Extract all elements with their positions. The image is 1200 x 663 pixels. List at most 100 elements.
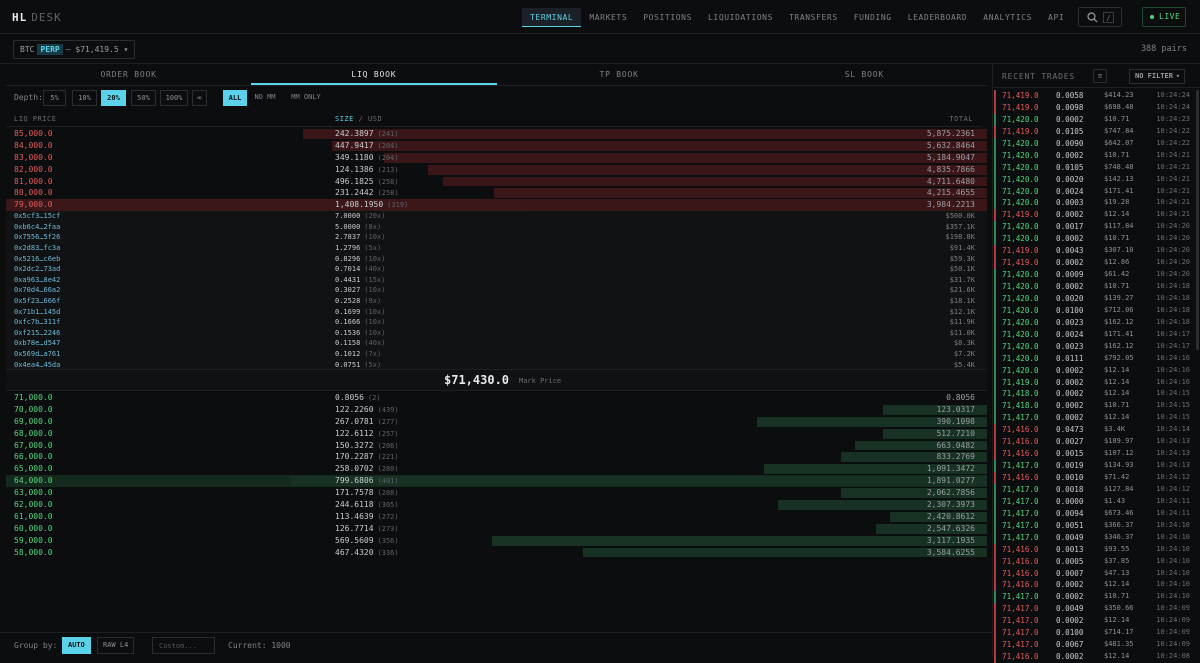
trade-row[interactable]: 71,416.0 0.0002 $12.14 10:24:08 xyxy=(994,651,1200,663)
trade-row[interactable]: 71,419.0 0.0105 $747.84 10:24:22 xyxy=(994,125,1200,138)
wallet-row[interactable]: 0x5216…c6eb 0.8296 (10x) $59.3K xyxy=(6,254,987,265)
wallet-address[interactable]: 0xa963…8e42 xyxy=(14,275,60,286)
bid-row[interactable]: 69,000.0 267.0781 (277) 390.1098 xyxy=(6,416,987,428)
trade-row[interactable]: 71,417.0 0.0067 $481.35 10:24:09 xyxy=(994,639,1200,652)
tab-liq-book[interactable]: LIQ BOOK xyxy=(251,64,497,85)
bid-row[interactable]: 60,000.0 126.7714 (273) 2,547.6326 xyxy=(6,523,987,535)
bid-row[interactable]: 67,000.0 150.3272 (206) 663.0482 xyxy=(6,440,987,452)
trade-row[interactable]: 71,419.0 0.0058 $414.23 10:24:24 xyxy=(994,90,1200,102)
trade-row[interactable]: 71,418.0 0.0002 $12.14 10:24:15 xyxy=(994,388,1200,401)
trade-row[interactable]: 71,419.0 0.0002 $12.86 10:24:20 xyxy=(994,257,1200,270)
trade-row[interactable]: 71,419.0 0.0043 $307.10 10:24:20 xyxy=(994,245,1200,258)
trade-row[interactable]: 71,417.0 0.0051 $366.37 10:24:10 xyxy=(994,519,1200,532)
wallet-address[interactable]: 0x2d83…fc3a xyxy=(14,243,60,254)
wallet-row[interactable]: 0xb6c4…2faa 5.0000 (8x) $357.1K xyxy=(6,222,987,233)
trade-row[interactable]: 71,417.0 0.0100 $714.17 10:24:09 xyxy=(994,627,1200,640)
wallet-address[interactable]: 0x2dc2…73ad xyxy=(14,264,60,275)
trade-row[interactable]: 71,416.0 0.0013 $93.55 10:24:10 xyxy=(994,543,1200,556)
wallet-row[interactable]: 0x2d83…fc3a 1.2796 (5x) $91.4K xyxy=(6,243,987,254)
trade-row[interactable]: 71,420.0 0.0002 $12.14 10:24:16 xyxy=(994,364,1200,377)
trade-row[interactable]: 71,419.0 0.0002 $12.14 10:24:16 xyxy=(994,376,1200,389)
wallet-row[interactable]: 0x71b1…145d 0.1699 (10x) $12.1K xyxy=(6,307,987,318)
wallet-row[interactable]: 0x569d…a761 0.1012 (7x) $7.2K xyxy=(6,349,987,360)
tab-order-book[interactable]: ORDER BOOK xyxy=(6,64,251,85)
wallet-row[interactable]: 0x5cf3…15cf 7.0000 (20x) $500.0K xyxy=(6,211,987,222)
trade-row[interactable]: 71,420.0 0.0023 $162.12 10:24:18 xyxy=(994,316,1200,329)
col-size[interactable]: SIZE / USD xyxy=(335,115,382,123)
ask-row[interactable]: 83,000.0 349.1180 (204) 5,184.9047 xyxy=(6,152,987,164)
bid-row[interactable]: 59,000.0 569.5609 (356) 3,117.1935 xyxy=(6,535,987,547)
bid-row[interactable]: 61,000.0 113.4639 (272) 2,420.8612 xyxy=(6,511,987,523)
trade-row[interactable]: 71,420.0 0.0002 $10.71 10:24:23 xyxy=(994,113,1200,126)
live-indicator[interactable]: LIVE xyxy=(1142,7,1186,27)
trade-row[interactable]: 71,420.0 0.0002 $10.71 10:24:18 xyxy=(994,281,1200,293)
wallet-row[interactable]: 0x2dc2…73ad 0.7014 (40x) $50.1K xyxy=(6,264,987,275)
nav-positions[interactable]: POSITIONS xyxy=(635,8,700,27)
ask-row[interactable]: 84,000.0 447.9417 (204) 5,632.8464 xyxy=(6,140,987,152)
nav-markets[interactable]: MARKETS xyxy=(581,8,635,27)
wallet-address[interactable]: 0x71b1…145d xyxy=(14,307,60,318)
trade-row[interactable]: 71,416.0 0.0015 $107.12 10:24:13 xyxy=(994,448,1200,461)
trade-row[interactable]: 71,420.0 0.0020 $139.27 10:24:18 xyxy=(994,292,1200,305)
nav-leaderboard[interactable]: LEADERBOARD xyxy=(900,8,976,27)
depth-option-4[interactable]: 100% xyxy=(160,90,188,106)
bid-row[interactable]: 62,000.0 244.6118 (305) 2,307.3973 xyxy=(6,499,987,511)
trade-row[interactable]: 71,420.0 0.0024 $171.41 10:24:17 xyxy=(994,328,1200,341)
nav-api[interactable]: API xyxy=(1040,8,1072,27)
menu-icon[interactable]: ≡ xyxy=(1093,69,1107,83)
wallet-address[interactable]: 0xfc7b…311f xyxy=(14,317,60,328)
trade-row[interactable]: 71,419.0 0.0098 $698.48 10:24:24 xyxy=(994,101,1200,114)
depth-option-1[interactable]: 10% xyxy=(72,90,97,106)
trade-row[interactable]: 71,419.0 0.0002 $12.14 10:24:21 xyxy=(994,209,1200,222)
mm-filter-no-mm[interactable]: NO MM xyxy=(250,90,280,106)
nav-analytics[interactable]: ANALYTICS xyxy=(975,8,1040,27)
depth-option-2[interactable]: 20% xyxy=(101,90,126,106)
logo[interactable]: HL DESK xyxy=(12,11,62,24)
tab-sl-book[interactable]: SL BOOK xyxy=(742,64,987,85)
tab-tp-book[interactable]: TP BOOK xyxy=(497,64,742,85)
bid-row[interactable]: 66,000.0 170.2287 (221) 833.2769 xyxy=(6,451,987,463)
wallet-address[interactable]: 0x5216…c6eb xyxy=(14,254,60,265)
trade-row[interactable]: 71,420.0 0.0017 $117.84 10:24:20 xyxy=(994,221,1200,234)
trade-row[interactable]: 71,416.0 0.0002 $12.14 10:24:10 xyxy=(994,579,1200,592)
ask-row[interactable]: 80,000.0 231.2442 (258) 4,215.4655 xyxy=(6,187,987,199)
pair-selector[interactable]: BTC PERP — $71,419.5 ▾ xyxy=(13,40,136,59)
trade-row[interactable]: 71,416.0 0.0010 $71.42 10:24:12 xyxy=(994,472,1200,484)
trades-scrollbar[interactable] xyxy=(1196,90,1199,350)
nav-funding[interactable]: FUNDING xyxy=(846,8,900,27)
ask-row[interactable]: 85,000.0 242.3897 (241) 5,875.2361 xyxy=(6,128,987,140)
wallet-address[interactable]: 0xb6c4…2faa xyxy=(14,222,60,233)
nav-transfers[interactable]: TRANSFERS xyxy=(781,8,846,27)
wallet-row[interactable]: 0x7556…5f26 2.7837 (10x) $198.8K xyxy=(6,232,987,243)
depth-option-5[interactable]: ∞ xyxy=(192,90,207,106)
wallet-row[interactable]: 0x70d4…66a2 0.3027 (10x) $21.6K xyxy=(6,285,987,296)
mm-filter-all[interactable]: ALL xyxy=(223,90,247,106)
trade-row[interactable]: 71,420.0 0.0090 $642.07 10:24:22 xyxy=(994,137,1200,150)
wallet-address[interactable]: 0x5cf3…15cf xyxy=(14,211,60,222)
nav-terminal[interactable]: TERMINAL xyxy=(522,8,582,27)
wallet-address[interactable]: 0xf215…2246 xyxy=(14,328,60,339)
wallet-address[interactable]: 0xb78e…d547 xyxy=(14,338,60,349)
trade-row[interactable]: 71,417.0 0.0000 $1.43 10:24:11 xyxy=(994,495,1200,508)
custom-group-input[interactable] xyxy=(152,637,215,654)
trade-row[interactable]: 71,416.0 0.0473 $3.4K 10:24:14 xyxy=(994,424,1200,437)
bid-row[interactable]: 64,000.0 799.6806 (401) 1,891.0277 xyxy=(6,475,987,488)
depth-option-3[interactable]: 50% xyxy=(131,90,156,106)
trade-filter-select[interactable]: NO FILTER ▾ xyxy=(1129,69,1185,84)
wallet-row[interactable]: 0x5f23…666f 0.2528 (9x) $18.1K xyxy=(6,296,987,307)
bid-row[interactable]: 71,000.0 0.8056 (2) 0.8056 xyxy=(6,392,987,404)
trade-row[interactable]: 71,417.0 0.0094 $673.46 10:24:11 xyxy=(994,507,1200,520)
ask-row[interactable]: 79,000.0 1,408.1950 (319) 3,984.2213 xyxy=(6,199,987,212)
trade-row[interactable]: 71,420.0 0.0002 $10.71 10:24:20 xyxy=(994,233,1200,246)
trade-row[interactable]: 71,420.0 0.0024 $171.41 10:24:21 xyxy=(994,185,1200,198)
trade-row[interactable]: 71,420.0 0.0020 $142.13 10:24:21 xyxy=(994,173,1200,186)
group-raw-button[interactable]: RAW L4 xyxy=(97,637,135,654)
trade-row[interactable]: 71,417.0 0.0002 $10.71 10:24:10 xyxy=(994,591,1200,604)
wallet-address[interactable]: 0x569d…a761 xyxy=(14,349,60,360)
trade-row[interactable]: 71,416.0 0.0005 $37.85 10:24:10 xyxy=(994,555,1200,568)
group-auto-button[interactable]: AUTO xyxy=(62,637,91,654)
trade-row[interactable]: 71,420.0 0.0003 $19.28 10:24:21 xyxy=(994,197,1200,210)
wallet-address[interactable]: 0x70d4…66a2 xyxy=(14,285,60,296)
trade-row[interactable]: 71,417.0 0.0002 $12.14 10:24:09 xyxy=(994,615,1200,628)
trade-row[interactable]: 71,420.0 0.0009 $61.42 10:24:20 xyxy=(994,269,1200,281)
